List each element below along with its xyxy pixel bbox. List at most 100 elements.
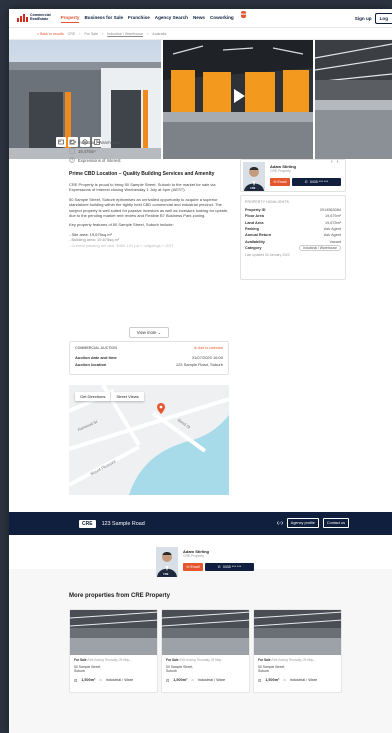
nav-property[interactable]: Property [60,13,80,23]
logo-line-2: RealEstate [30,17,49,21]
sale-method: Expressions of Interest [78,157,121,163]
nav-news[interactable]: News [193,13,205,23]
site-logo[interactable]: Commercial RealEstate [17,13,51,22]
clock-icon [69,157,75,163]
property-area: 19,475m² [78,148,96,154]
card-sale-tag: For Sale Exit closing Thursday 29 May... [258,658,316,662]
add-to-calendar-label: Add to calendar [197,346,223,350]
contact-us-button[interactable]: Contact us [322,518,349,528]
site-header: Commercial RealEstate Property Business … [9,9,392,28]
nav-coworking[interactable]: Coworking New [209,11,247,23]
area-icon: ⊡ [166,679,170,683]
card-type: Industrial / Ware [197,678,226,682]
breadcrumb-for-sale[interactable]: For Sale [84,32,98,36]
property-card-image [70,610,157,655]
more-properties-title: More properties from CRE Property [69,593,171,599]
highlight-value: 19,675m² [324,220,341,225]
email-agent-button[interactable]: ✉ Email [183,563,203,571]
auction-location-label: Auction location [75,362,107,367]
area-icon: ⊡ [74,679,78,683]
agent-card-bottom: CRE Adam Stirling CRE Property ✉ Email ✆ 0… [154,545,262,579]
card-date: Exit closing Thursday 29 May... [179,658,224,662]
breadcrumb: < Back to results CRE › For Sale › Indus… [9,28,392,40]
nav-agency-search[interactable]: Agency Search [155,13,188,23]
back-to-results-link[interactable]: < Back to results [37,32,64,36]
last-updated: Last updated 30 January 2020 [245,253,290,258]
link-icon[interactable] [276,520,283,526]
phone-number: 0435 *** *** [309,180,329,184]
card-address-line-2: Suburb [74,669,85,673]
listing-headline: Prime CBD Location – Quality Building Se… [69,171,215,177]
area-icon: ⊡ [258,679,262,683]
more-properties-list: For Sale Exit closing Thursday 29 May...… [69,609,342,693]
card-type: Industrial / Ware [105,678,134,682]
call-agent-button[interactable]: ✆ 0435 *** *** [292,178,341,186]
card-tag-label: For Sale [258,658,271,662]
property-type-fact: Industrial / Warehouse [69,139,229,145]
nav-business-for-sale[interactable]: Business for Sale [84,13,123,23]
play-video-icon[interactable] [228,86,248,106]
breadcrumb-cre[interactable]: CRE [68,32,76,36]
signup-link[interactable]: Sign up [355,16,372,21]
logo-bars-icon [17,14,28,22]
building-icon: ⌂ [99,678,102,682]
highlight-label: Availability [245,239,265,244]
highlight-label: Property ID [245,208,266,213]
agent-avatar: CRE [156,547,178,577]
highlight-value: 19,675m² [324,214,341,219]
call-agent-button[interactable]: ✆ 0435 *** *** [205,563,254,571]
description-paragraph-1: CRE Property is proud to bring 50 Sample… [69,182,216,193]
photo-view-icon[interactable] [56,137,66,147]
map-tab-directions[interactable]: Get Directions [75,392,112,401]
view-more-button[interactable]: View more ⌄ [128,327,170,338]
card-area: 1,500m² [173,678,188,682]
area-fact: 19,475m² [69,148,229,154]
card-address-line-2: Suburb [258,669,269,673]
card-date: Exit closing Thursday 29 May... [271,658,316,662]
property-card[interactable]: For Sale Exit closing Thursday 29 May...… [253,609,342,693]
phone-number: 0435 *** *** [222,565,242,569]
agency-profile-button[interactable]: Agency profile [286,518,319,528]
property-card[interactable]: For Sale Exit closing Thursday 29 May...… [69,609,158,693]
login-button[interactable]: Log [374,13,392,24]
email-agent-button[interactable]: ✉ Email [270,178,290,186]
description-paragraph-2: 50 Sample Street, Suburb epitomises an u… [69,196,229,219]
agent-company: CRE Property [183,554,204,558]
email-label: Email [190,565,200,569]
building-icon [69,139,75,145]
card-date: Exit closing Thursday 29 May... [87,658,132,662]
highlight-value: Vacant [329,239,341,244]
highlight-label: Parking [245,227,259,232]
auction-panel: COMMERCIAL AUCTION ⊕ Add to calendar Auc… [69,341,229,375]
highlights-title: PROPERTY HIGHLIGHTS [245,200,289,204]
nav-franchise[interactable]: Franchise [128,13,150,23]
agency-logo[interactable]: CRE [79,519,96,528]
mail-icon: ✉ [273,180,277,184]
highlight-label: Annual Return [245,233,272,238]
area-icon [69,148,75,154]
listing-details: Industrial / Warehouse 19,475m² Expressi… [69,139,229,252]
card-sale-tag: For Sale Exit closing Thursday 29 May... [74,658,132,662]
email-label: Email [277,180,287,184]
category-pill[interactable]: Industrial / Warehouse [299,244,341,251]
highlight-value: Ask Agent [323,233,341,238]
phone-icon: ✆ [304,180,308,184]
breadcrumb-category[interactable]: Industrial / Warehouse [107,32,143,36]
card-tag-label: For Sale [74,658,87,662]
next-agent-icon[interactable]: › [337,159,339,165]
card-address-line-2: Suburb [166,669,177,673]
agency-address: 123 Sample Road [101,520,145,527]
prev-agent-icon[interactable]: ‹ [331,159,333,165]
property-card-image [162,610,249,655]
nav-coworking-label: Coworking [209,15,234,20]
gallery-photo-interior-2[interactable] [315,40,392,159]
phone-icon: ✆ [217,565,221,569]
breadcrumb-location[interactable]: Australia [152,32,166,36]
card-sale-tag: For Sale Exit closing Thursday 29 May... [166,658,224,662]
add-to-calendar-link[interactable]: ⊕ Add to calendar [194,346,223,350]
location-map[interactable]: Get Directions Street Views Harwood St B… [69,385,229,495]
map-tab-street-views[interactable]: Street Views [111,392,143,401]
map-pin-icon[interactable] [157,403,165,414]
property-highlights: PROPERTY HIGHLIGHTS Property ID 201456308… [240,195,346,280]
property-card[interactable]: For Sale Exit closing Thursday 29 May...… [161,609,250,693]
